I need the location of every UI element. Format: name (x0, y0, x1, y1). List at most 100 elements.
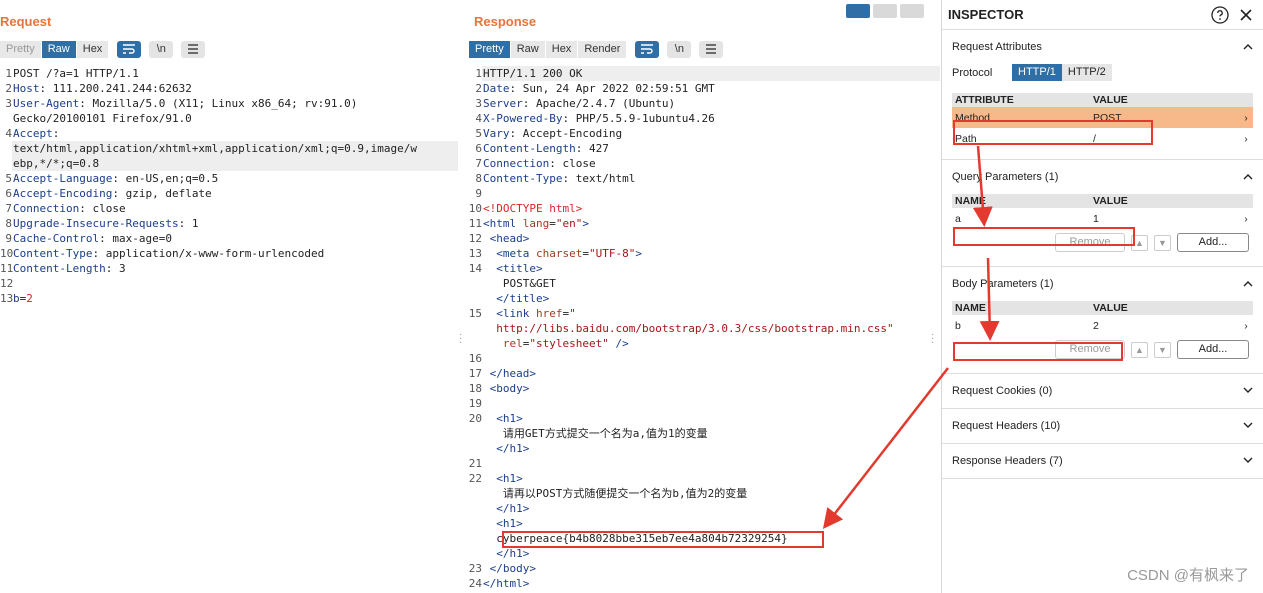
response-headers-section[interactable]: Response Headers (7) (942, 444, 1263, 479)
close-icon[interactable] (1237, 6, 1255, 24)
line-text: User-Agent: Mozilla/5.0 (X11; Linux x86_… (13, 97, 358, 110)
code-line: 请再以POST方式随便提交一个名为b,值为2的变量 (466, 486, 940, 501)
line-number (466, 426, 482, 441)
line-number (466, 336, 482, 351)
line-number: 1 (5, 67, 12, 80)
query-parameters-section: Query Parameters (1) NAME VALUE a 1 › Rem… (942, 160, 1263, 267)
line-text: Accept-Language: en-US,en;q=0.5 (13, 172, 219, 185)
request-headers-section[interactable]: Request Headers (10) (942, 409, 1263, 444)
request-editor[interactable]: 1 POST /?a=1 HTTP/1.1 2 Host: 111.200.241.2… (0, 66, 458, 306)
code-line: 23 </body> (466, 561, 940, 576)
tab-pretty[interactable]: Pretty (469, 41, 511, 58)
tab-raw[interactable]: Raw (41, 41, 77, 58)
protocol-http1-button[interactable]: HTTP/1 (1012, 64, 1062, 81)
inspector-title: INSPECTOR (948, 7, 1024, 22)
attributes-table: ATTRIBUTE VALUE Method POST › Path / › (952, 93, 1253, 149)
line-text: </h1> (496, 502, 530, 515)
line-number: 12 (468, 232, 482, 245)
code-line: 6 Accept-Encoding: gzip, deflate (0, 186, 458, 201)
request-cookies-section[interactable]: Request Cookies (0) (942, 374, 1263, 409)
line-text: Content-Length: 3 (13, 262, 126, 275)
line-number (0, 141, 12, 156)
pane-splitter[interactable]: · · · (931, 330, 934, 348)
code-line: 7 Connection: close (466, 156, 940, 171)
tab-pretty[interactable]: Pretty (0, 41, 42, 58)
attr-value: POST (1093, 111, 1122, 124)
add-button[interactable]: Add... (1177, 340, 1249, 359)
chevron-right-icon: › (1244, 111, 1248, 124)
move-down-button[interactable]: ▼ (1154, 234, 1171, 251)
code-line: 11 <html lang="en"> (466, 216, 940, 231)
wrap-lines-button[interactable] (635, 41, 660, 58)
line-text: <html lang="en"> (483, 217, 589, 230)
table-row[interactable]: b 2 › (952, 315, 1253, 336)
layout-stacked-button[interactable] (873, 4, 897, 18)
move-up-button[interactable]: ▲ (1131, 341, 1148, 358)
code-line: </h1> (466, 501, 940, 516)
move-up-button[interactable]: ▲ (1131, 234, 1148, 251)
pane-splitter[interactable]: · · · (459, 330, 462, 348)
code-line: 2 Host: 111.200.241.244:62632 (0, 81, 458, 96)
code-line: 7 Connection: close (0, 201, 458, 216)
tab-hex[interactable]: Hex (76, 41, 110, 58)
line-text: Accept: (13, 127, 66, 140)
code-line: 10 <!DOCTYPE html> (466, 201, 940, 216)
remove-button[interactable]: Remove (1055, 340, 1125, 359)
code-line: 12 (0, 276, 458, 291)
line-number: 3 (475, 97, 482, 110)
chevron-up-icon[interactable] (1243, 278, 1253, 290)
response-editor[interactable]: 1 HTTP/1.1 200 OK 2 Date: Sun, 24 Apr 2022 … (466, 66, 940, 591)
line-text: </title> (496, 292, 550, 305)
code-line: POST&GET (466, 276, 940, 291)
code-line: 1 HTTP/1.1 200 OK (466, 66, 940, 81)
line-text: Cache-Control: max-age=0 (13, 232, 172, 245)
line-text: Content-Length: 427 (483, 142, 609, 155)
newline-button[interactable]: \n (667, 41, 692, 58)
line-text: POST&GET (483, 277, 556, 290)
protocol-label: Protocol (952, 66, 993, 79)
table-row[interactable]: Path / › (952, 128, 1253, 149)
chevron-up-icon[interactable] (1243, 171, 1253, 183)
line-number: 16 (468, 352, 482, 365)
code-line: 8 Upgrade-Insecure-Requests: 1 (0, 216, 458, 231)
code-line: </title> (466, 291, 940, 306)
code-line: 1 POST /?a=1 HTTP/1.1 (0, 66, 458, 81)
wrap-icon (123, 44, 136, 54)
section-title: Query Parameters (1) (952, 171, 1059, 183)
menu-button[interactable] (699, 41, 724, 58)
code-line: 10 Content-Type: application/x-www-form-u… (0, 246, 458, 261)
remove-button[interactable]: Remove (1055, 233, 1125, 252)
layout-side-by-side-button[interactable] (846, 4, 870, 18)
line-text: X-Powered-By: PHP/5.5.9-1ubuntu4.26 (483, 112, 715, 125)
help-icon[interactable] (1211, 5, 1229, 24)
menu-button[interactable] (181, 41, 206, 58)
table-row[interactable]: a 1 › (952, 208, 1253, 229)
table-row[interactable]: Method POST › (952, 107, 1253, 128)
line-number: 11 (0, 262, 14, 275)
code-line: 18 <body> (466, 381, 940, 396)
line-text: HTTP/1.1 200 OK (482, 66, 940, 81)
code-line: 9 (466, 186, 940, 201)
chevron-down-icon (1243, 420, 1253, 432)
tab-render[interactable]: Render (578, 41, 628, 58)
layout-tabs-button[interactable] (900, 4, 924, 18)
add-button[interactable]: Add... (1177, 233, 1249, 252)
newline-button[interactable]: \n (149, 41, 174, 58)
col-name: NAME (955, 195, 986, 207)
line-number (466, 501, 482, 516)
wrap-lines-button[interactable] (117, 41, 142, 58)
line-number (466, 546, 482, 561)
line-text: Accept-Encoding: gzip, deflate (13, 187, 212, 200)
line-text: Content-Type: application/x-www-form-url… (13, 247, 325, 260)
tab-raw[interactable]: Raw (510, 41, 546, 58)
code-line: 24 </html> (466, 576, 940, 591)
move-down-button[interactable]: ▼ (1154, 341, 1171, 358)
code-line: 请用GET方式提交一个名为a,值为1的变量 (466, 426, 940, 441)
line-text: Vary: Accept-Encoding (483, 127, 623, 140)
line-text: Upgrade-Insecure-Requests: 1 (13, 217, 199, 230)
menu-icon (188, 44, 199, 54)
protocol-http2-button[interactable]: HTTP/2 (1061, 64, 1112, 81)
attr-name: Path (955, 132, 977, 145)
chevron-up-icon[interactable] (1243, 41, 1253, 53)
tab-hex[interactable]: Hex (545, 41, 579, 58)
